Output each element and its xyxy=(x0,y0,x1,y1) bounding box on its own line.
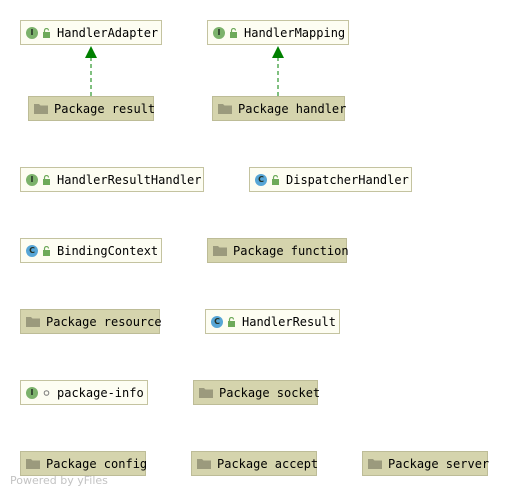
node-handler-adapter[interactable]: I HandlerAdapter xyxy=(20,20,162,45)
node-package-server[interactable]: Package server xyxy=(362,451,490,476)
interface-badge-icon: I xyxy=(26,26,38,39)
folder-icon xyxy=(213,246,227,256)
node-package-socket[interactable]: Package socket xyxy=(193,380,321,405)
lock-icon xyxy=(272,174,279,185)
folder-icon xyxy=(34,104,48,114)
node-package-accept[interactable]: Package accept xyxy=(191,451,319,476)
arrowhead-icon xyxy=(272,46,284,58)
interface-badge-icon: I xyxy=(213,26,225,39)
node-dispatcher-handler[interactable]: C DispatcherHandler xyxy=(249,167,412,192)
node-handler-result[interactable]: C HandlerResult xyxy=(205,309,340,334)
node-package-function[interactable]: Package function xyxy=(207,238,349,263)
lock-icon xyxy=(228,316,235,327)
edge-result-to-handleradapter xyxy=(85,46,97,96)
node-label: Package accept xyxy=(217,456,319,471)
node-package-info[interactable]: I package-info xyxy=(20,380,148,405)
node-handler-result-handler[interactable]: I HandlerResultHandler xyxy=(20,167,204,192)
node-label: HandlerResultHandler xyxy=(57,172,202,187)
lock-icon xyxy=(43,27,50,38)
edge-handler-to-handlermapping xyxy=(272,46,284,96)
node-label: Package resource xyxy=(46,314,162,329)
folder-icon xyxy=(197,459,211,469)
node-label: Package socket xyxy=(219,385,321,400)
lock-icon xyxy=(43,245,50,256)
node-binding-context[interactable]: C BindingContext xyxy=(20,238,162,263)
yfiles-watermark: Powered by yFiles xyxy=(10,474,108,487)
arrowhead-icon xyxy=(85,46,97,58)
node-label: Package config xyxy=(46,456,148,471)
node-label: BindingContext xyxy=(57,243,159,258)
package-private-dot-icon xyxy=(43,389,50,396)
node-package-resource[interactable]: Package resource xyxy=(20,309,162,334)
node-label: Package function xyxy=(233,243,349,258)
node-label: Package handler xyxy=(238,101,347,116)
folder-icon xyxy=(218,104,232,114)
node-label: package-info xyxy=(57,385,144,400)
folder-icon xyxy=(26,459,40,469)
lock-icon xyxy=(43,174,50,185)
node-label: HandlerAdapter xyxy=(57,25,159,40)
folder-icon xyxy=(368,459,382,469)
class-badge-icon: C xyxy=(211,315,223,328)
class-badge-icon: C xyxy=(255,173,267,186)
interface-badge-icon: I xyxy=(26,386,38,399)
folder-icon xyxy=(199,388,213,398)
node-package-result[interactable]: Package result xyxy=(28,96,156,121)
lock-icon xyxy=(230,27,237,38)
interface-badge-icon: I xyxy=(26,173,38,186)
node-package-config[interactable]: Package config xyxy=(20,451,148,476)
class-badge-icon: C xyxy=(26,244,38,257)
node-package-handler[interactable]: Package handler xyxy=(212,96,347,121)
node-label: HandlerResult xyxy=(242,314,336,329)
node-handler-mapping[interactable]: I HandlerMapping xyxy=(207,20,349,45)
folder-icon xyxy=(26,317,40,327)
node-label: HandlerMapping xyxy=(244,25,346,40)
node-label: DispatcherHandler xyxy=(286,172,409,187)
node-label: Package server xyxy=(388,456,490,471)
node-label: Package result xyxy=(54,101,156,116)
